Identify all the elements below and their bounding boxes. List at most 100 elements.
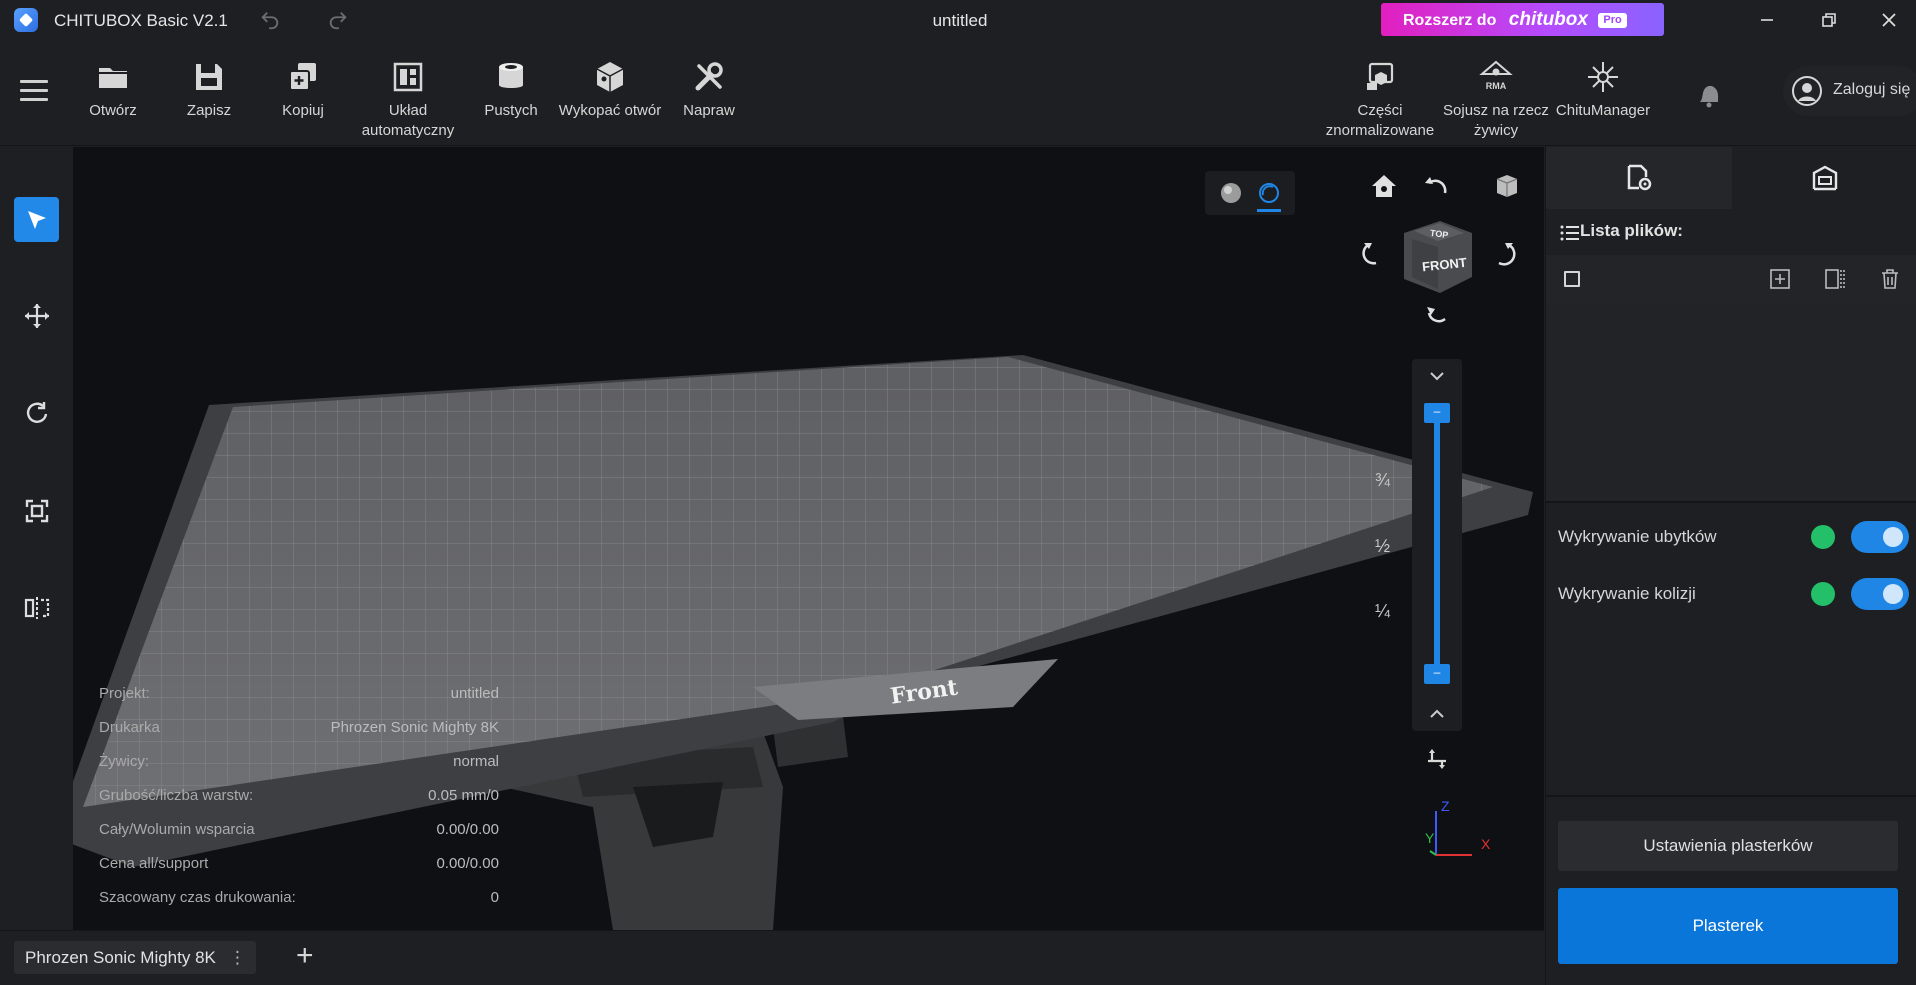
printer-icon — [1812, 165, 1838, 191]
repair-label: Napraw — [683, 102, 735, 119]
chitumanager-button[interactable]: ChituManager — [1548, 40, 1658, 146]
login-label: Zaloguj się — [1833, 81, 1911, 98]
scale-tool-button[interactable] — [14, 488, 59, 533]
fraction-three-quarters: ¾ — [1375, 470, 1391, 490]
active-view-indicator — [1257, 209, 1281, 212]
file-list — [1546, 303, 1916, 503]
rotate-right-view-icon[interactable] — [1491, 239, 1519, 267]
hamburger-menu-icon[interactable] — [20, 80, 48, 104]
rotate-up-view-icon[interactable] — [1358, 239, 1386, 267]
more-options-icon[interactable]: ⋮ — [229, 941, 246, 974]
move-tool-button[interactable] — [14, 293, 59, 338]
login-button[interactable]: Zaloguj się — [1783, 66, 1916, 116]
undo-button[interactable] — [256, 6, 284, 34]
move-icon — [25, 304, 49, 328]
info-value: 0.00/0.00 — [436, 821, 499, 838]
slider-expand-icon[interactable] — [1427, 708, 1447, 720]
select-icon — [28, 211, 46, 229]
rma-icon: RMA — [1479, 60, 1513, 91]
info-row-print-time: Szacowany czas drukowania: 0 — [99, 881, 499, 915]
minimize-button[interactable] — [1742, 0, 1792, 40]
slider-bottom-handle[interactable]: – — [1424, 664, 1450, 684]
collision-detection-toggle[interactable] — [1851, 578, 1909, 610]
axis-y-label: Y — [1425, 830, 1435, 846]
copy-label: Kopiuj — [282, 102, 324, 119]
slice-settings-button[interactable]: Ustawienia plasterków — [1558, 821, 1898, 871]
dig-hole-label: Wykopać otwór — [558, 102, 662, 119]
select-tool-button[interactable] — [14, 197, 59, 242]
printer-tab[interactable]: Phrozen Sonic Mighty 8K ⋮ — [14, 941, 256, 974]
redo-icon — [329, 12, 347, 30]
slider-range-fill — [1434, 412, 1440, 672]
hole-detection-row: Wykrywanie ubytków — [1558, 521, 1909, 555]
resin-alliance-button[interactable]: RMA Sojusz na rzecz żywicy — [1441, 40, 1551, 146]
info-row-price: Cena all/support 0.00/0.00 — [99, 847, 499, 881]
tab-printer[interactable] — [1732, 147, 1916, 209]
hollow-icon — [499, 63, 523, 88]
layer-align-icon[interactable] — [1424, 745, 1450, 771]
pro-badge: Pro — [1598, 13, 1627, 28]
bell-icon — [1700, 85, 1719, 108]
add-printer-tab-button[interactable]: + — [296, 939, 314, 973]
printer-tab-label: Phrozen Sonic Mighty 8K — [25, 948, 216, 967]
perspective-cube-icon[interactable] — [1491, 171, 1519, 199]
collision-detection-label: Wykrywanie kolizji — [1558, 584, 1696, 603]
smiley-status-icon — [1811, 525, 1835, 549]
solid-view-icon[interactable] — [1219, 181, 1243, 205]
slider-top-handle[interactable]: – — [1424, 403, 1450, 423]
hollow-button[interactable]: Pustych — [456, 40, 566, 146]
home-view-icon[interactable] — [1370, 173, 1398, 199]
standard-parts-button[interactable]: Części znormalizowane — [1325, 40, 1435, 146]
info-key: Drukarka — [99, 719, 160, 736]
chitumanager-label: ChituManager — [1555, 102, 1651, 119]
copy-button[interactable]: Kopiuj — [248, 40, 358, 146]
notification-button[interactable] — [1694, 80, 1724, 115]
restore-button[interactable] — [1804, 0, 1854, 40]
info-value: normal — [453, 753, 499, 770]
3d-viewport[interactable]: Front TOP FRONT – – ¾ ½ ¼ Z X Y Projekt:… — [73, 147, 1544, 930]
open-label: Otwórz — [89, 102, 137, 119]
file-list-title: Lista plików: — [1580, 221, 1683, 240]
parts-icon — [1367, 62, 1394, 90]
info-key: Cena all/support — [99, 855, 209, 872]
view-mode-toggle — [1205, 171, 1295, 215]
arrange-file-icon[interactable] — [1823, 267, 1847, 291]
tab-file-settings[interactable] — [1546, 147, 1732, 209]
wireframe-view-icon[interactable] — [1257, 181, 1281, 205]
info-key: Cały/Wolumin wsparcia — [99, 821, 255, 838]
info-value: untitled — [450, 685, 499, 702]
standard-parts-label: Części znormalizowane — [1325, 102, 1435, 139]
delete-file-icon[interactable] — [1878, 267, 1902, 291]
slider-collapse-up-icon[interactable] — [1427, 370, 1447, 382]
open-button[interactable]: Otwórz — [58, 40, 168, 146]
scale-icon — [25, 499, 49, 523]
add-file-icon[interactable] — [1768, 267, 1792, 291]
rotate-icon — [26, 402, 48, 423]
dig-hole-button[interactable]: Wykopać otwór — [555, 40, 665, 146]
view-cube[interactable]: TOP FRONT — [1400, 217, 1476, 297]
hole-detection-toggle[interactable] — [1851, 521, 1909, 553]
app-title: CHITUBOX Basic V2.1 — [54, 11, 228, 30]
mirror-tool-button[interactable] — [14, 585, 59, 630]
resin-alliance-label: Sojusz na rzecz żywicy — [1443, 102, 1549, 139]
hollow-label: Pustych — [484, 102, 538, 119]
redo-button[interactable] — [324, 6, 352, 34]
auto-layout-button[interactable]: Układ automatyczny — [353, 40, 463, 146]
info-value: Phrozen Sonic Mighty 8K — [330, 719, 499, 736]
dig-hole-icon — [596, 62, 624, 92]
repair-button[interactable]: Napraw — [654, 40, 764, 146]
rotate-down-view-icon[interactable] — [1423, 303, 1451, 331]
repair-icon — [695, 62, 723, 91]
title-bar: CHITUBOX Basic V2.1 untitled Rozszerz do… — [0, 0, 1916, 40]
upgrade-pro-button[interactable]: Rozszerz do chitubox Pro — [1381, 3, 1664, 36]
file-list-toolbar — [1546, 255, 1916, 303]
rotate-tool-button[interactable] — [14, 390, 59, 435]
rotate-left-view-icon[interactable] — [1423, 171, 1451, 199]
bottom-bar: Phrozen Sonic Mighty 8K ⋮ + — [0, 930, 1544, 985]
close-button[interactable] — [1864, 0, 1914, 40]
auto-layout-label: Układ automatyczny — [361, 102, 455, 139]
select-all-checkbox[interactable] — [1564, 271, 1580, 287]
svg-text:RMA: RMA — [1486, 81, 1507, 91]
slice-button[interactable]: Plasterek — [1558, 888, 1898, 964]
panel-divider — [1546, 795, 1916, 797]
